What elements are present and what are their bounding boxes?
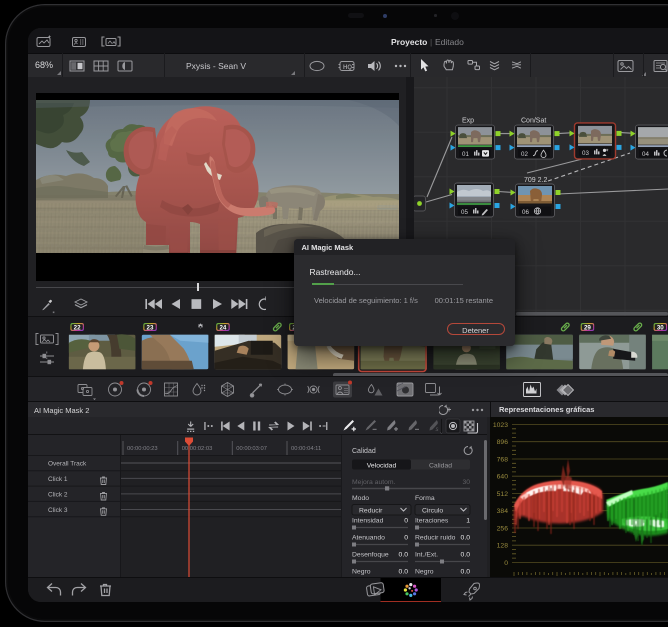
svg-text:0: 0: [504, 560, 508, 567]
svg-text:01: 01: [462, 151, 469, 158]
svg-text:24: 24: [219, 324, 226, 331]
svg-text:0.0: 0.0: [461, 535, 471, 542]
svg-text:640: 640: [497, 474, 509, 481]
svg-text:Calidad: Calidad: [429, 462, 452, 469]
svg-text:30: 30: [462, 479, 470, 486]
svg-text:22: 22: [74, 324, 81, 331]
svg-text:04: 04: [642, 151, 649, 158]
svg-text:Forma: Forma: [415, 495, 435, 502]
svg-text:Negro: Negro: [415, 569, 434, 576]
svg-text:Atenuando: Atenuando: [352, 535, 385, 542]
svg-text:23: 23: [147, 324, 154, 331]
svg-text:Overall Track: Overall Track: [48, 461, 87, 468]
svg-text:128: 128: [497, 543, 509, 550]
svg-text:Con/Sat: Con/Sat: [521, 118, 546, 125]
svg-text:0: 0: [404, 518, 408, 525]
svg-text:HQ: HQ: [343, 65, 352, 71]
svg-text:00:00:00:23: 00:00:00:23: [127, 446, 158, 452]
svg-text:Velocidad: Velocidad: [367, 462, 397, 469]
svg-text:Reducir: Reducir: [359, 508, 383, 515]
svg-text:Circulo: Circulo: [422, 508, 443, 515]
svg-text:Mejora autom.: Mejora autom.: [352, 479, 396, 486]
svg-text:Iteraciones: Iteraciones: [415, 518, 449, 525]
svg-text:256: 256: [497, 526, 509, 533]
svg-text:06: 06: [522, 209, 529, 216]
svg-text:29: 29: [584, 324, 591, 331]
svg-text:Click 3: Click 3: [48, 507, 68, 514]
svg-text:00:00:02:03: 00:00:02:03: [182, 446, 213, 452]
svg-text:384: 384: [497, 508, 509, 515]
svg-text:Click 1: Click 1: [48, 476, 68, 483]
svg-text:Click 2: Click 2: [48, 492, 68, 499]
svg-text:896: 896: [497, 439, 509, 446]
svg-text:Calidad: Calidad: [352, 448, 376, 455]
svg-text:00:00:03:07: 00:00:03:07: [236, 446, 267, 452]
svg-text:02: 02: [521, 151, 528, 158]
svg-text:0.0: 0.0: [461, 569, 471, 576]
svg-text:30: 30: [657, 324, 664, 331]
svg-text:1023: 1023: [493, 422, 508, 429]
svg-text:Exp: Exp: [462, 118, 474, 125]
svg-text:s: s: [436, 427, 439, 433]
svg-text:0: 0: [404, 535, 408, 542]
svg-text:512: 512: [497, 491, 509, 498]
svg-text:Desenfoque: Desenfoque: [352, 552, 389, 559]
svg-text:0.0: 0.0: [461, 552, 471, 559]
svg-text:Reducir ruido: Reducir ruido: [415, 535, 456, 542]
svg-text:Modo: Modo: [352, 495, 369, 502]
svg-text:0.0: 0.0: [399, 552, 409, 559]
svg-text:0.0: 0.0: [399, 569, 409, 576]
svg-text:768: 768: [497, 457, 509, 464]
svg-text:00:00:04:11: 00:00:04:11: [291, 446, 321, 452]
svg-text:Negro: Negro: [352, 569, 371, 576]
svg-text:05: 05: [461, 209, 468, 216]
svg-text:Intensidad: Intensidad: [352, 518, 384, 525]
svg-text:Int./Ext.: Int./Ext.: [415, 552, 438, 559]
svg-text:1: 1: [466, 518, 470, 525]
svg-text:709 2.2: 709 2.2: [524, 177, 547, 184]
svg-text:03: 03: [582, 150, 589, 157]
